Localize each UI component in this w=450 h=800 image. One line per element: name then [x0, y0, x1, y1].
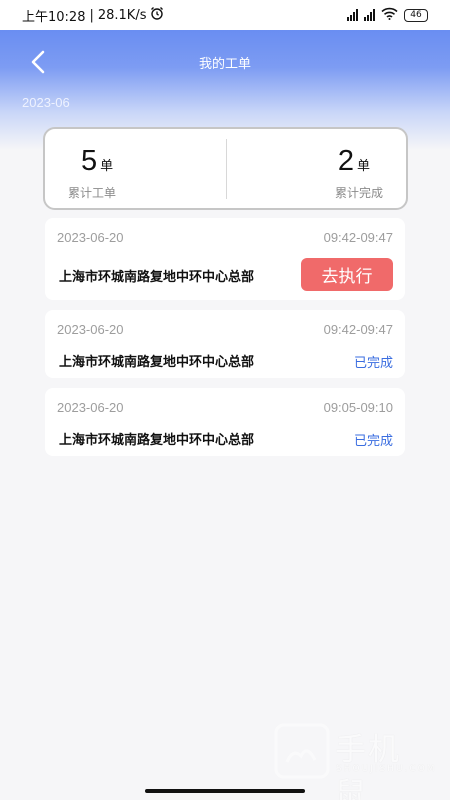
order-time: 09:05-09:10 — [323, 400, 393, 415]
done-unit: 单 — [356, 159, 370, 174]
order-date: 2023-06-20 — [57, 230, 124, 245]
total-unit: 单 — [100, 159, 114, 174]
summary-total: 5单 累计工单 — [45, 129, 226, 208]
page-title: 我的工单 — [198, 57, 251, 72]
summary-done: 2单 累计完成 — [226, 129, 407, 208]
order-time: 09:42-09:47 — [323, 322, 393, 337]
execute-button[interactable]: 去执行 — [301, 258, 393, 291]
status-completed: 已完成 — [353, 356, 393, 371]
done-label: 累计完成 — [334, 186, 383, 200]
order-date: 2023-06-20 — [57, 400, 124, 415]
summary-card: 5单 累计工单 2单 累计完成 — [43, 127, 408, 210]
status-time: 上午10:28 — [22, 9, 86, 25]
watermark-logo-icon — [274, 723, 330, 779]
status-bar: 上午10:28 | 28.1K/s 46 — [0, 0, 450, 30]
watermark-url: SHOUJISHU.COM — [336, 764, 437, 774]
status-separator: | — [89, 7, 94, 23]
watermark-text: 手机鼠 — [335, 732, 401, 800]
battery-icon: 46 — [404, 8, 428, 22]
done-count: 2 — [337, 145, 354, 177]
total-count: 5 — [81, 145, 98, 177]
total-label: 累计工单 — [68, 186, 117, 200]
alarm-icon — [150, 6, 164, 24]
month-label: 2023-06 — [22, 95, 70, 110]
order-address: 上海市环城南路复地中环中心总部 — [59, 270, 255, 285]
nav-bar: 我的工单 — [0, 40, 450, 84]
status-completed: 已完成 — [353, 434, 393, 449]
network-speed: 28.1K/s — [97, 7, 147, 23]
order-card[interactable]: 2023-06-20 09:05-09:10 上海市环城南路复地中环中心总部 已… — [45, 388, 405, 456]
order-card[interactable]: 2023-06-20 09:42-09:47 上海市环城南路复地中环中心总部 已… — [45, 310, 405, 378]
watermark: 手机鼠 SHOUJISHU.COM — [273, 722, 435, 800]
signal-hd-icon — [364, 9, 375, 21]
order-card[interactable]: 2023-06-20 09:42-09:47 上海市环城南路复地中环中心总部 去… — [45, 218, 405, 300]
wifi-icon — [381, 7, 398, 24]
order-date: 2023-06-20 — [57, 322, 124, 337]
home-indicator[interactable] — [145, 789, 305, 793]
signal-icon — [347, 9, 358, 21]
order-time: 09:42-09:47 — [323, 230, 393, 245]
order-address: 上海市环城南路复地中环中心总部 — [59, 433, 255, 448]
order-address: 上海市环城南路复地中环中心总部 — [59, 355, 255, 370]
